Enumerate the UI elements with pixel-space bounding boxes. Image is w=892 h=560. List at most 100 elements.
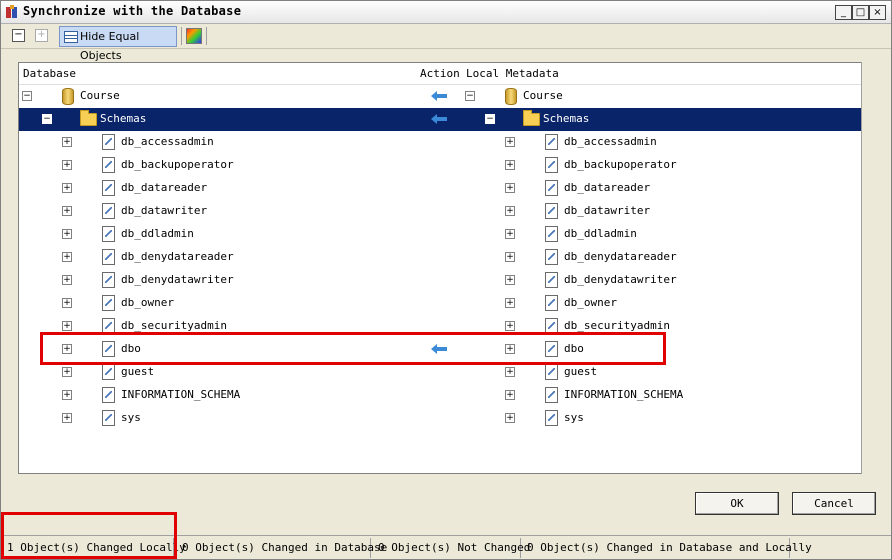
folder-icon	[80, 110, 97, 126]
expand-all-icon[interactable]: +	[35, 29, 48, 42]
tree-row-schema[interactable]: + sys + sys	[19, 407, 861, 430]
schema-name-right: db_backupoperator	[564, 158, 677, 171]
schema-name-left: db_securityadmin	[121, 319, 227, 332]
collapse-icon[interactable]: −	[42, 114, 52, 124]
schema-name-right: guest	[564, 365, 598, 378]
schema-name-left: db_backupoperator	[121, 158, 234, 171]
tree-row-schemas[interactable]: − Schemas − Schemas	[19, 108, 861, 131]
expand-icon[interactable]: +	[62, 206, 72, 216]
schema-name-left: db_owner	[121, 296, 174, 309]
expand-icon[interactable]: +	[505, 137, 515, 147]
schema-icon	[545, 180, 558, 196]
dbo-highlight-annotation	[40, 332, 666, 365]
schema-icon	[102, 272, 115, 288]
status-changed-both: 0 Object(s) Changed in Database and Loca…	[523, 538, 812, 558]
sync-dialog: Synchronize with the Database _ □ × − + …	[0, 0, 892, 560]
grid-icon	[64, 31, 78, 43]
ok-button[interactable]: OK	[695, 492, 779, 515]
tree-row-course[interactable]: − Course − Course	[19, 85, 861, 108]
hide-equal-objects-label: Hide Equal Objects	[80, 30, 140, 62]
expand-icon[interactable]: +	[62, 367, 72, 377]
schema-icon	[102, 134, 115, 150]
schema-icon	[102, 364, 115, 380]
expand-icon[interactable]: +	[62, 413, 72, 423]
tree-row-schema[interactable]: + INFORMATION_SCHEMA + INFORMATION_SCHEM…	[19, 384, 861, 407]
expand-icon[interactable]: +	[505, 160, 515, 170]
collapse-all-icon[interactable]: −	[12, 29, 25, 42]
sync-left-arrow-icon[interactable]	[431, 91, 447, 101]
expand-icon[interactable]: +	[505, 229, 515, 239]
expand-icon[interactable]: +	[505, 298, 515, 308]
expand-icon[interactable]: +	[505, 206, 515, 216]
expand-icon[interactable]: +	[505, 390, 515, 400]
tree-row-schema[interactable]: + db_denydatawriter + db_denydatawriter	[19, 269, 861, 292]
tree-row-schema[interactable]: + db_datareader + db_datareader	[19, 177, 861, 200]
schema-name-left: INFORMATION_SCHEMA	[121, 388, 241, 401]
expand-icon[interactable]: +	[62, 298, 72, 308]
schema-icon	[545, 272, 558, 288]
maximize-button[interactable]: □	[852, 5, 869, 20]
collapse-icon[interactable]: −	[485, 114, 495, 124]
close-button[interactable]: ×	[869, 5, 886, 20]
expand-icon[interactable]: +	[62, 252, 72, 262]
schema-icon	[545, 134, 558, 150]
schema-name-left: db_datawriter	[121, 204, 208, 217]
tree-row-schema[interactable]: + db_accessadmin + db_accessadmin	[19, 131, 861, 154]
database-name-right: Course	[523, 89, 563, 102]
expand-icon[interactable]: +	[505, 321, 515, 331]
schema-name-left: db_denydatareader	[121, 250, 234, 263]
schema-name-right: db_datareader	[564, 181, 651, 194]
color-legend-icon[interactable]	[186, 28, 202, 44]
folder-icon	[523, 110, 540, 126]
minimize-button[interactable]: _	[835, 5, 852, 20]
expand-icon[interactable]: +	[62, 183, 72, 193]
column-header-action[interactable]: Action	[420, 64, 460, 84]
schema-icon	[102, 203, 115, 219]
collapse-icon[interactable]: −	[22, 91, 32, 101]
schema-name-left: db_denydatawriter	[121, 273, 234, 286]
tree-row-schema[interactable]: + db_owner + db_owner	[19, 292, 861, 315]
comparison-grid: Database Action Local Metadata − Course …	[18, 62, 862, 474]
tree-row-schema[interactable]: + db_denydatareader + db_denydatareader	[19, 246, 861, 269]
schema-icon	[102, 387, 115, 403]
schema-name-right: db_ddladmin	[564, 227, 637, 240]
expand-icon[interactable]: +	[505, 275, 515, 285]
expand-icon[interactable]: +	[62, 229, 72, 239]
schema-icon	[102, 249, 115, 265]
schema-icon	[102, 295, 115, 311]
expand-icon[interactable]: +	[505, 367, 515, 377]
cancel-button[interactable]: Cancel	[792, 492, 876, 515]
schema-name-right: INFORMATION_SCHEMA	[564, 388, 684, 401]
vertical-scrollbar[interactable]	[861, 62, 874, 474]
schema-icon	[545, 226, 558, 242]
schema-name-left: db_accessadmin	[121, 135, 214, 148]
expand-icon[interactable]: +	[505, 183, 515, 193]
expand-icon[interactable]: +	[62, 137, 72, 147]
expand-icon[interactable]: +	[62, 390, 72, 400]
tree-row-schema[interactable]: + db_backupoperator + db_backupoperator	[19, 154, 861, 177]
schema-icon	[102, 157, 115, 173]
tree-row-schema[interactable]: + db_ddladmin + db_ddladmin	[19, 223, 861, 246]
status-changed-in-database: 0 Object(s) Changed in Database	[178, 538, 387, 558]
tree-row-schema[interactable]: + db_datawriter + db_datawriter	[19, 200, 861, 223]
hide-equal-objects-button[interactable]: Hide Equal Objects	[59, 26, 177, 62]
column-header-database[interactable]: Database	[23, 64, 76, 84]
schema-icon	[102, 226, 115, 242]
database-icon	[62, 88, 74, 105]
column-header-local-metadata[interactable]: Local Metadata	[466, 64, 559, 84]
expand-icon[interactable]: +	[505, 252, 515, 262]
expand-icon[interactable]: +	[62, 275, 72, 285]
schema-icon	[545, 387, 558, 403]
app-icon	[6, 5, 17, 18]
schema-icon	[102, 180, 115, 196]
collapse-icon[interactable]: −	[465, 91, 475, 101]
toolbar-separator	[206, 27, 207, 45]
schema-icon	[545, 157, 558, 173]
expand-icon[interactable]: +	[62, 160, 72, 170]
schema-name-right: db_securityadmin	[564, 319, 670, 332]
expand-icon[interactable]: +	[505, 413, 515, 423]
schema-icon	[545, 203, 558, 219]
expand-icon[interactable]: +	[62, 321, 72, 331]
status-not-changed: 0 Object(s) Not Changed	[374, 538, 530, 558]
sync-left-arrow-icon[interactable]	[431, 114, 447, 124]
